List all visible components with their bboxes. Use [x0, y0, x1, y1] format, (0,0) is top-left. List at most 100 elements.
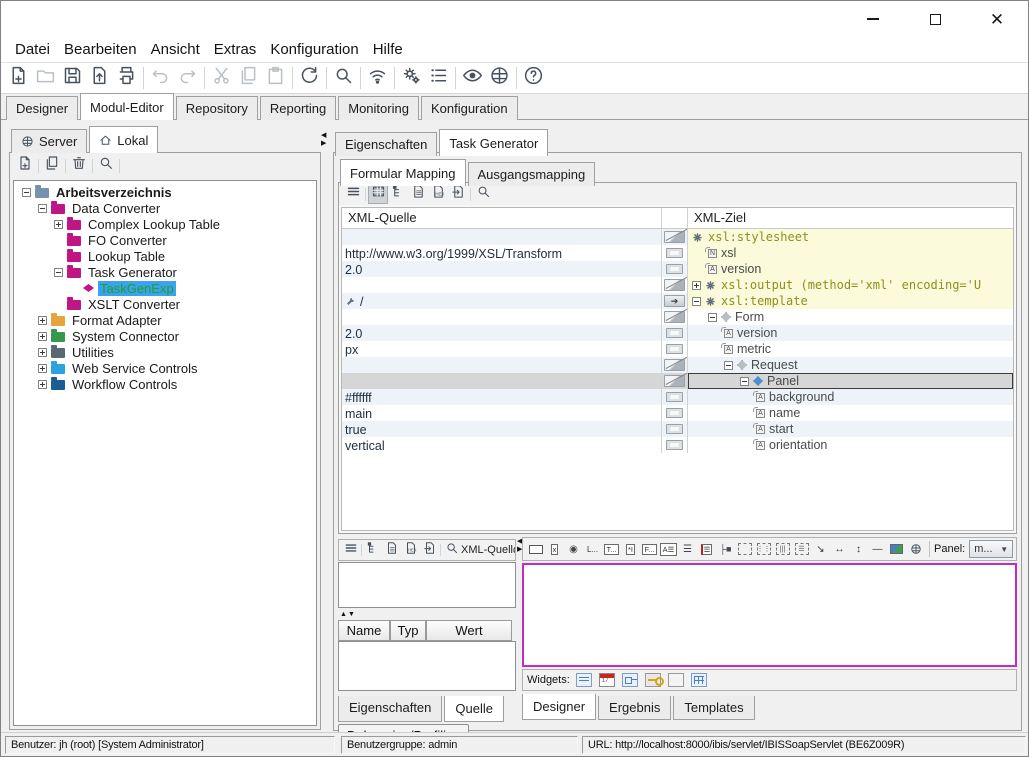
tree-expander[interactable]	[38, 204, 47, 213]
mapping-diag-button[interactable]	[664, 311, 685, 323]
tab-modul-editor[interactable]: Modul-Editor	[80, 93, 174, 120]
resize-vertical-widget-button[interactable]: ↕	[849, 540, 868, 558]
mapping-diag-button[interactable]	[664, 359, 685, 371]
tree-expander[interactable]	[708, 313, 717, 322]
resize-diagonal-widget-button[interactable]: ↘	[811, 540, 830, 558]
xml-target-node[interactable]: Panel	[688, 373, 1013, 389]
xml-target-node[interactable]: xsl:template	[688, 293, 1013, 309]
hierarchy-button[interactable]	[388, 185, 408, 204]
menu-bearbeiten[interactable]: Bearbeiten	[57, 39, 144, 60]
undo-button[interactable]	[147, 65, 174, 91]
target-column-header[interactable]: XML-Ziel	[688, 208, 1013, 228]
xml-target-node[interactable]: Form	[688, 309, 1013, 325]
minimize-button[interactable]	[842, 1, 904, 37]
save-button[interactable]	[59, 65, 86, 91]
xml-target-node[interactable]: Astart	[688, 421, 1013, 437]
password-field-widget-button[interactable]: *I	[621, 540, 640, 558]
mapping-source-cell[interactable]: true	[342, 421, 662, 437]
mapping-source-cell[interactable]: 2.0	[342, 261, 662, 277]
xml-target-node[interactable]: Ametric	[688, 341, 1013, 357]
xml-target-node[interactable]: Aversion	[688, 325, 1013, 341]
search-button[interactable]	[442, 541, 461, 559]
tree-item-taskgenexp[interactable]: TaskGenExp	[14, 280, 316, 296]
globe-button[interactable]	[486, 65, 513, 91]
tab-eigenschaften[interactable]: Eigenschaften	[335, 132, 437, 156]
mapping-arrow-button[interactable]: ➔	[664, 295, 685, 307]
menu-button[interactable]	[341, 541, 360, 559]
tab-lokal[interactable]: Lokal	[89, 126, 158, 153]
settings-button[interactable]	[398, 65, 425, 91]
menu-konfiguration[interactable]: Konfiguration	[263, 39, 365, 60]
label-widget-button[interactable]: L...	[583, 540, 602, 558]
tab-repository[interactable]: Repository	[176, 96, 258, 120]
xml-target-node[interactable]: Aorientation	[688, 437, 1013, 453]
formatted-field-widget-button[interactable]: F...	[640, 540, 659, 558]
key-widget-icon[interactable]	[645, 673, 661, 687]
mapping-eq-button[interactable]	[666, 248, 683, 258]
menu-extras[interactable]: Extras	[207, 39, 264, 60]
tab-designer[interactable]: Designer	[522, 694, 596, 720]
tree-item-utilities[interactable]: Utilities	[14, 344, 316, 360]
tree-item-format-adapter[interactable]: Format Adapter	[14, 312, 316, 328]
separator-widget-button[interactable]: —	[868, 540, 887, 558]
tree-expander[interactable]	[54, 220, 63, 229]
tab-quelle[interactable]: Quelle	[444, 696, 504, 722]
mapping-source-cell[interactable]: #ffffff	[342, 389, 662, 405]
table-widget-icon[interactable]	[691, 673, 707, 687]
copy-button[interactable]	[235, 65, 262, 91]
checkbox-widget-button[interactable]: x	[545, 540, 564, 558]
tree-item-workflow-controls[interactable]: Workflow Controls	[14, 376, 316, 392]
mapping-diag-button[interactable]	[664, 231, 685, 243]
print-button[interactable]	[113, 65, 140, 91]
help-button[interactable]	[520, 65, 547, 91]
tree-expander[interactable]	[38, 316, 47, 325]
tree-item-web-service-controls[interactable]: Web Service Controls	[14, 360, 316, 376]
text-area-widget-button[interactable]: A☰	[659, 540, 678, 558]
refresh-button[interactable]	[296, 65, 323, 91]
xml-target-node[interactable]: Nxsl	[688, 245, 1013, 261]
maximize-button[interactable]	[904, 1, 966, 37]
tree-expander[interactable]	[692, 281, 701, 290]
mapping-source-cell[interactable]	[342, 357, 662, 373]
mapping-eq-button[interactable]	[666, 264, 683, 274]
mapping-source-cell[interactable]: http://www.w3.org/1999/XSL/Transform	[342, 245, 662, 261]
attribute-grid-body[interactable]	[338, 641, 516, 691]
resize-horizontal-widget-button[interactable]: ↔	[830, 540, 849, 558]
copy-button[interactable]	[41, 155, 63, 176]
close-button[interactable]: ✕	[966, 1, 1028, 37]
image-widget-button[interactable]	[887, 540, 906, 558]
tree-item-fo-converter[interactable]: FO Converter	[14, 232, 316, 248]
mapping-eq-button[interactable]	[666, 424, 683, 434]
tab-eigenschaften[interactable]: Eigenschaften	[338, 696, 442, 722]
design-canvas[interactable]	[522, 563, 1017, 667]
source-column-header[interactable]: XML-Quelle	[342, 208, 662, 228]
panel-widget-button[interactable]	[735, 540, 754, 558]
mapping-eq-button[interactable]	[666, 344, 683, 354]
tab-monitoring[interactable]: Monitoring	[338, 96, 419, 120]
search-button[interactable]	[330, 65, 357, 91]
tab-task-generator[interactable]: Task Generator	[439, 129, 548, 156]
mapping-source-cell[interactable]: /	[342, 293, 662, 309]
tree-expander[interactable]	[38, 380, 47, 389]
menu-datei[interactable]: Datei	[8, 39, 57, 60]
form-widget-icon[interactable]	[622, 673, 638, 687]
tree-item-task-generator[interactable]: Task Generator	[14, 264, 316, 280]
xml-target-node[interactable]: xsl:output (method='xml' encoding='U	[688, 277, 1013, 293]
menu-button[interactable]	[343, 185, 363, 204]
tree-item-lookup-table[interactable]: Lookup Table	[14, 248, 316, 264]
grid-header-typ[interactable]: Typ	[390, 620, 426, 641]
mapping-eq-button[interactable]	[666, 328, 683, 338]
radio-button-widget-button[interactable]: ◉	[564, 540, 583, 558]
list-button[interactable]	[425, 65, 452, 91]
xml-target-node[interactable]: Aversion	[688, 261, 1013, 277]
new-file-button[interactable]	[14, 155, 36, 176]
mapping-source-cell[interactable]	[342, 229, 662, 245]
redo-button[interactable]	[174, 65, 201, 91]
browser-widget-button[interactable]	[906, 540, 925, 558]
document-button[interactable]	[382, 541, 401, 559]
document-hex-button[interactable]: HEX	[401, 541, 420, 559]
mapping-source-cell[interactable]: main	[342, 405, 662, 421]
table-button[interactable]	[368, 185, 388, 204]
tab-ausgangsmapping[interactable]: Ausgangsmapping	[468, 162, 596, 186]
document-hex-button[interactable]: HEX	[428, 185, 448, 204]
